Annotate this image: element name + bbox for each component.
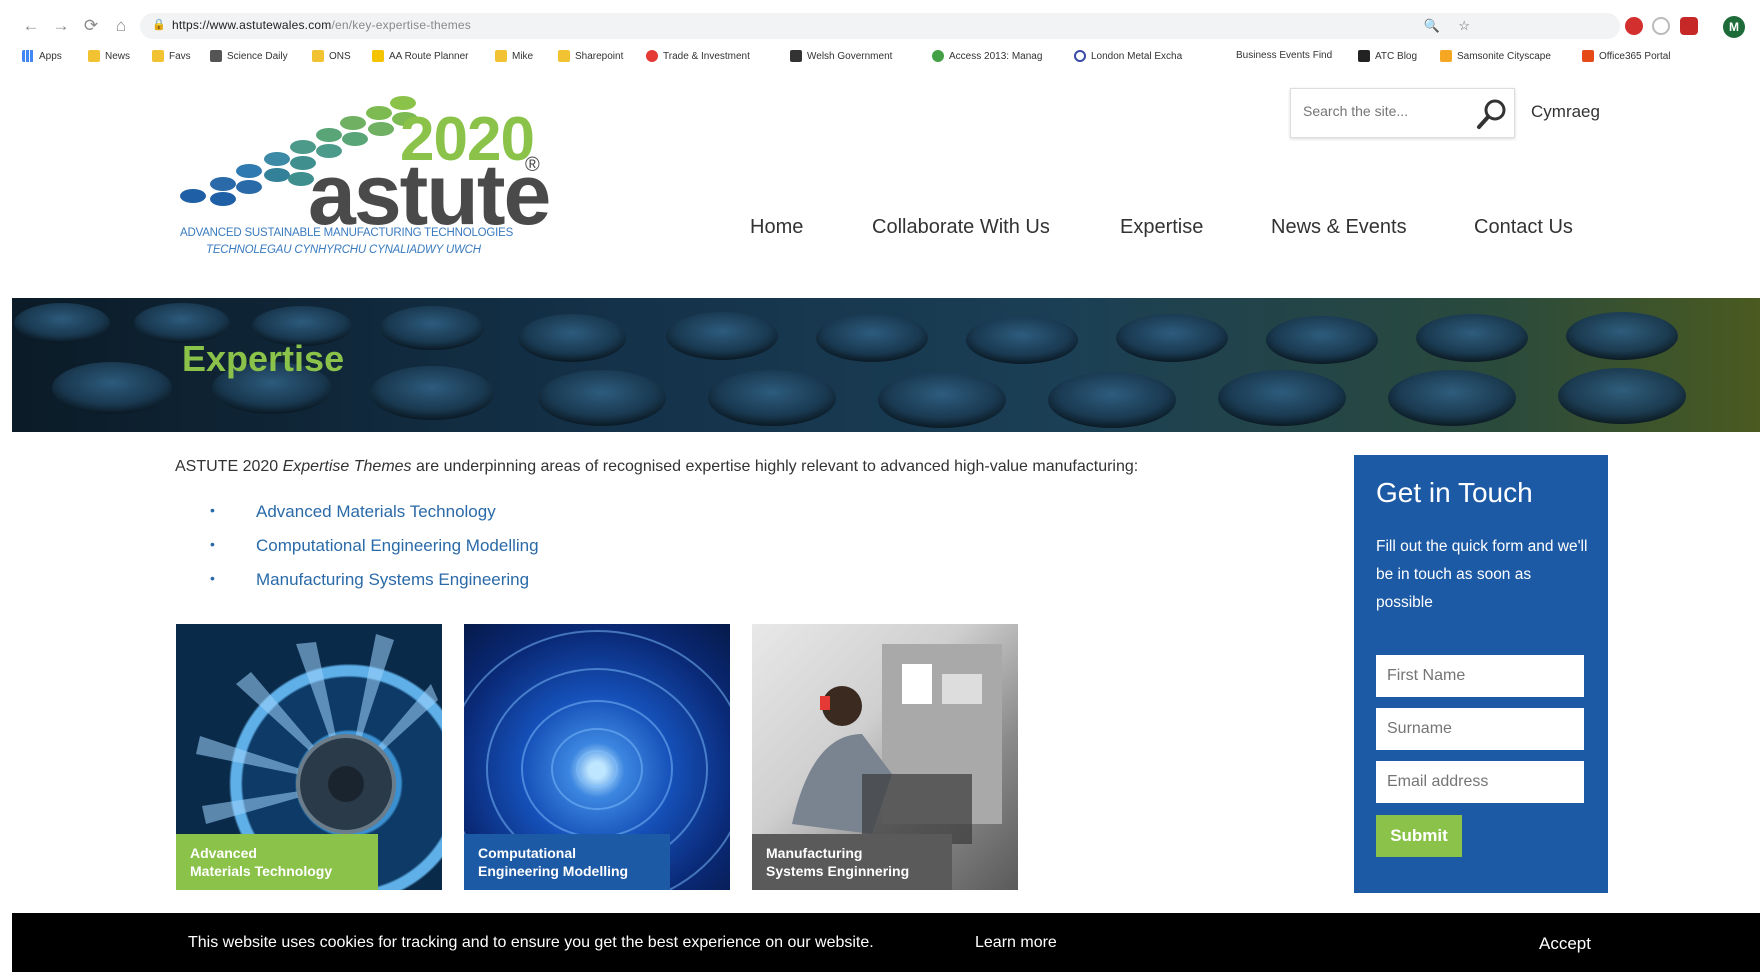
bullet-icon: •	[210, 570, 215, 586]
search-icon[interactable]	[1476, 97, 1508, 131]
address-bar[interactable]: 🔒 https://www.astutewales.com/en/key-exp…	[140, 13, 1620, 39]
site-icon	[372, 50, 384, 62]
folder-icon	[558, 50, 570, 62]
registered-mark: ®	[525, 154, 540, 176]
bookmark-samsonite[interactable]: Samsonite Cityscape	[1440, 50, 1551, 62]
accept-button[interactable]: Accept	[1539, 934, 1591, 954]
folder-icon	[312, 50, 324, 62]
site-icon	[210, 50, 222, 62]
folder-icon	[152, 50, 164, 62]
reload-icon[interactable]: ⟳	[80, 15, 102, 37]
theme-link-materials[interactable]: Advanced Materials Technology	[256, 502, 496, 522]
bullet-icon: •	[210, 502, 215, 518]
bookmark-apps[interactable]: Apps	[22, 50, 62, 62]
cookie-message: This website uses cookies for tracking a…	[188, 934, 874, 951]
first-name-field[interactable]	[1376, 655, 1584, 697]
apps-grid-icon	[22, 50, 34, 62]
bookmark-business-events[interactable]: Business Events Find	[1236, 50, 1332, 61]
browser-chrome: ← → ⟳ ⌂ 🔒 https://www.astutewales.com/en…	[0, 0, 1760, 74]
lock-icon: 🔒	[152, 19, 166, 31]
folder-icon	[495, 50, 507, 62]
site-search	[1290, 88, 1515, 138]
surname-field[interactable]	[1376, 708, 1584, 750]
extension-stop-icon[interactable]	[1625, 17, 1643, 35]
bookmark-science-daily[interactable]: Science Daily	[210, 50, 288, 62]
tile-manufacturing-systems[interactable]: Manufacturing Systems Enginnering	[752, 624, 1018, 890]
bookmark-aa[interactable]: AA Route Planner	[372, 50, 469, 62]
nav-collaborate[interactable]: Collaborate With Us	[872, 216, 1050, 239]
bookmark-access[interactable]: Access 2013: Manag	[932, 50, 1042, 62]
site-icon	[1358, 50, 1370, 62]
intro-text: ASTUTE 2020 Expertise Themes are underpi…	[175, 458, 1139, 475]
tile-caption: Computational Engineering Modelling	[464, 834, 670, 890]
url-text: https://www.astutewales.com/en/key-exper…	[172, 18, 471, 32]
page-title: Expertise	[182, 338, 345, 379]
site-logo[interactable]: 2020 astute ® ADVANCED SUSTAINABLE MANUF…	[180, 92, 560, 262]
theme-link-manufacturing[interactable]: Manufacturing Systems Engineering	[256, 570, 529, 590]
bookmark-lme[interactable]: London Metal Excha	[1074, 50, 1182, 62]
bookmark-trade[interactable]: Trade & Investment	[646, 50, 750, 62]
email-field[interactable]	[1376, 761, 1584, 803]
tile-caption: Manufacturing Systems Enginnering	[752, 834, 952, 890]
site-icon	[1440, 50, 1452, 62]
learn-more-link[interactable]: Learn more	[975, 934, 1057, 952]
bookmark-office365[interactable]: Office365 Portal	[1582, 50, 1671, 62]
zoom-icon[interactable]: 🔍	[1424, 18, 1440, 34]
tile-computational-modelling[interactable]: Computational Engineering Modelling	[464, 624, 730, 890]
logo-tagline-english: ADVANCED SUSTAINABLE MANUFACTURING TECHN…	[180, 227, 514, 239]
site-icon	[646, 50, 658, 62]
extension-circle-icon[interactable]	[1652, 17, 1670, 35]
get-in-touch-panel: Get in Touch Fill out the quick form and…	[1354, 455, 1608, 893]
bookmark-news[interactable]: News	[88, 50, 130, 62]
address-row: ← → ⟳ ⌂ 🔒 https://www.astutewales.com/en…	[0, 9, 1760, 43]
nav-expertise[interactable]: Expertise	[1120, 216, 1203, 239]
tile-caption: Advanced Materials Technology	[176, 834, 378, 890]
profile-avatar[interactable]: M	[1723, 16, 1745, 38]
page-banner: Expertise	[12, 298, 1760, 432]
submit-button[interactable]: Submit	[1376, 815, 1462, 857]
theme-link-computational[interactable]: Computational Engineering Modelling	[256, 536, 539, 556]
bookmark-welsh-gov[interactable]: Welsh Government	[790, 50, 892, 62]
bookmark-atc-blog[interactable]: ATC Blog	[1358, 50, 1417, 62]
search-input[interactable]	[1303, 103, 1463, 119]
bookmark-ons[interactable]: ONS	[312, 50, 351, 62]
back-icon[interactable]: ←	[20, 15, 42, 37]
logo-tagline-welsh: TECHNOLEGAU CYNHYRCHU CYNALIADWY UWCH	[206, 244, 481, 256]
bookmarks-bar: Apps News Favs Science Daily ONS AA Rout…	[0, 46, 1760, 70]
panel-description: Fill out the quick form and we'll be in …	[1376, 538, 1588, 611]
nav-home[interactable]: Home	[750, 216, 803, 239]
home-icon[interactable]: ⌂	[110, 15, 132, 37]
tile-advanced-materials[interactable]: Advanced Materials Technology	[176, 624, 442, 890]
site-icon	[1074, 50, 1086, 62]
nav-contact[interactable]: Contact Us	[1474, 216, 1573, 239]
office-icon	[1582, 50, 1594, 62]
nav-news-events[interactable]: News & Events	[1271, 216, 1407, 239]
bookmark-sharepoint[interactable]: Sharepoint	[558, 50, 623, 62]
forward-icon[interactable]: →	[50, 15, 72, 37]
bookmark-mike[interactable]: Mike	[495, 50, 533, 62]
language-toggle[interactable]: Cymraeg	[1531, 102, 1600, 122]
panel-title: Get in Touch	[1376, 477, 1533, 508]
site-icon	[790, 50, 802, 62]
bullet-icon: •	[210, 536, 215, 552]
site-icon	[932, 50, 944, 62]
cookie-bar: This website uses cookies for tracking a…	[12, 913, 1760, 972]
star-icon[interactable]: ☆	[1458, 18, 1470, 34]
extension-pdf-icon[interactable]	[1680, 17, 1698, 35]
bookmark-favs[interactable]: Favs	[152, 50, 191, 62]
folder-icon	[88, 50, 100, 62]
